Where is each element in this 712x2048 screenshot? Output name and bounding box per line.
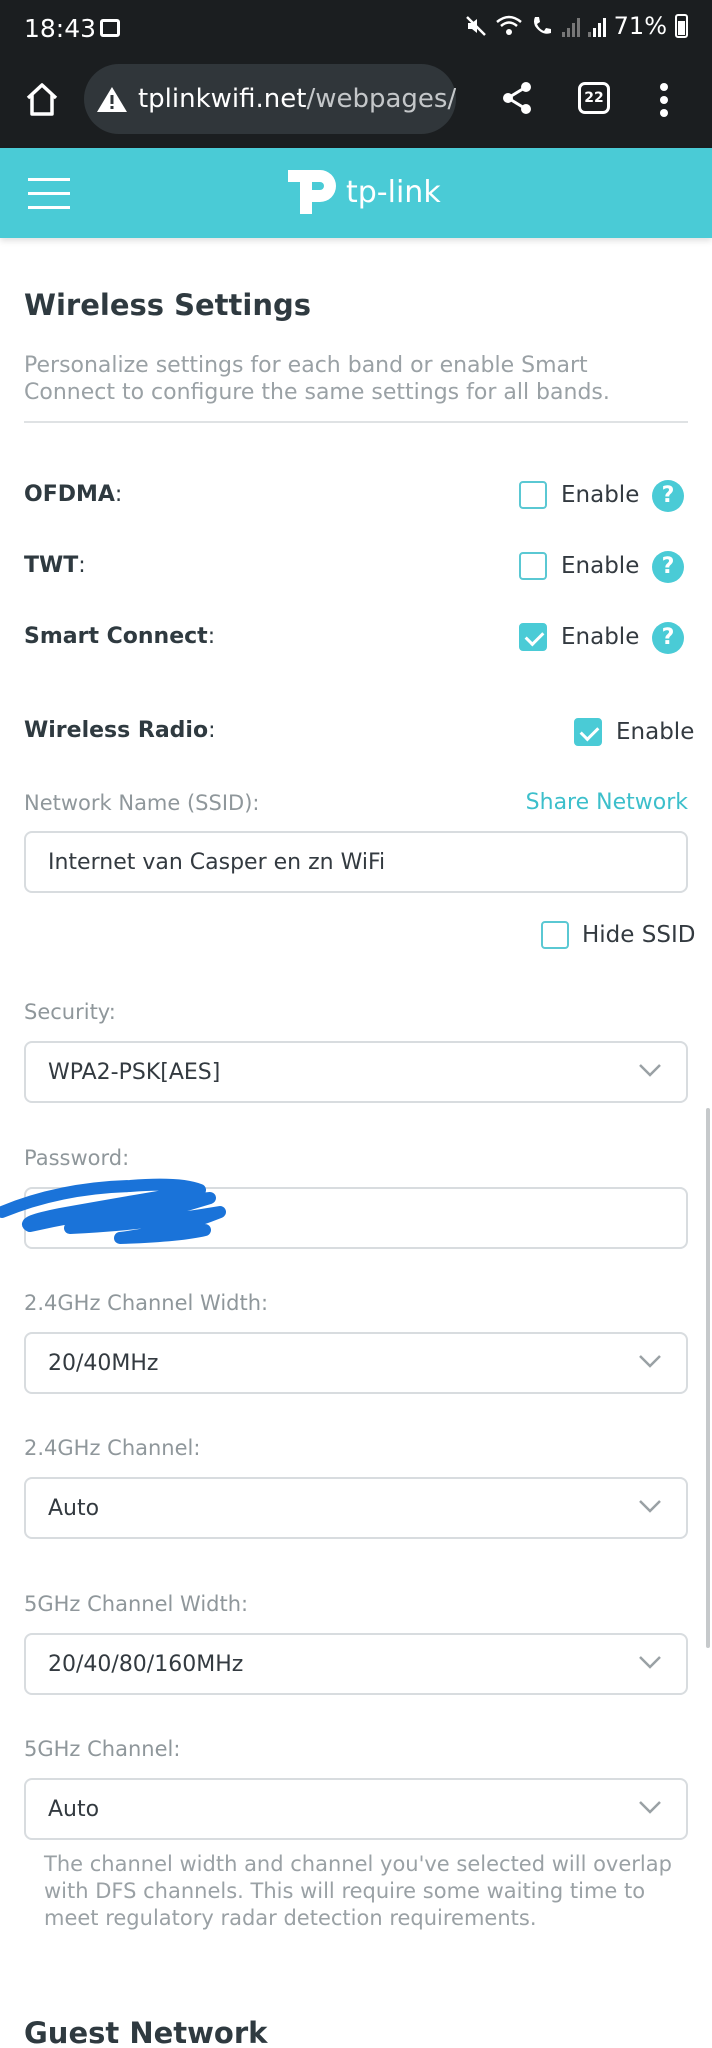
wifi-icon (495, 15, 522, 35)
channel-5-label: 5GHz Channel: (24, 1737, 181, 1761)
signal-icon (561, 15, 580, 37)
channel-5-value: Auto (48, 1796, 100, 1822)
wifi-call-icon (533, 17, 551, 34)
twt-checkbox[interactable] (519, 552, 547, 580)
address-bar[interactable]: tplinkwifi.net/webpages/ (84, 64, 456, 134)
smart-connect-label: Smart Connect: (24, 624, 216, 649)
url-text[interactable]: tplinkwifi.net/webpages/ (138, 84, 456, 114)
ofdma-checkbox[interactable] (519, 481, 547, 509)
dfs-warning-note: The channel width and channel you've sel… (44, 1852, 672, 1930)
battery-icon (675, 14, 688, 38)
channel-width-24-value: 20/40MHz (48, 1350, 159, 1376)
twt-enable-text: Enable (561, 553, 640, 579)
channel-24-select[interactable]: Auto (24, 1477, 688, 1539)
wireless-settings-description: Personalize settings for each band or en… (24, 353, 610, 405)
hide-ssid-checkbox[interactable] (541, 921, 569, 949)
chevron-down-icon (639, 1801, 661, 1814)
ofdma-enable-text: Enable (561, 482, 640, 508)
tp-link-logo-icon (288, 170, 336, 214)
ssid-value: Internet van Casper en zn WiFi (48, 849, 386, 875)
channel-24-value: Auto (48, 1495, 100, 1521)
hamburger-menu-icon[interactable] (28, 178, 70, 210)
home-icon[interactable] (22, 80, 62, 120)
url-path: /webpages/ (306, 84, 456, 114)
logo-text: tp-link (346, 174, 441, 210)
wireless-settings-title: Wireless Settings (24, 288, 312, 322)
site-header: tp-link (0, 148, 712, 238)
tp-link-logo: tp-link (286, 164, 441, 220)
browser-toolbar: tplinkwifi.net/webpages/ 22 (0, 58, 712, 148)
channel-width-5-select[interactable]: 20/40/80/160MHz (24, 1633, 688, 1695)
wireless-radio-checkbox[interactable] (574, 718, 602, 746)
chevron-down-icon (639, 1500, 661, 1513)
channel-5-select[interactable]: Auto (24, 1778, 688, 1840)
ssid-label: Network Name (SSID): (24, 791, 260, 815)
twt-label: TWT: (24, 553, 86, 578)
tab-count: 22 (584, 90, 604, 106)
battery-percent: 71% (613, 12, 667, 40)
ofdma-label: OFDMA: (24, 482, 123, 507)
ssid-input[interactable]: Internet van Casper en zn WiFi (24, 831, 688, 893)
chevron-down-icon (639, 1064, 661, 1077)
security-select[interactable]: WPA2-PSK[AES] (24, 1041, 688, 1103)
section-divider (24, 421, 688, 423)
hide-ssid-label: Hide SSID (582, 922, 696, 948)
share-network-link[interactable]: Share Network (526, 790, 688, 815)
status-icons: 71% (464, 12, 688, 40)
smart-connect-checkbox[interactable] (519, 623, 547, 651)
more-options-icon[interactable] (652, 80, 676, 120)
wireless-radio-label: Wireless Radio: (24, 718, 216, 743)
chevron-down-icon (639, 1355, 661, 1368)
gallery-notification-icon (100, 19, 120, 37)
channel-width-24-select[interactable]: 20/40MHz (24, 1332, 688, 1394)
guest-network-title: Guest Network (24, 2016, 268, 2048)
channel-width-5-value: 20/40/80/160MHz (48, 1651, 244, 1677)
smart-connect-enable-text: Enable (561, 624, 640, 650)
channel-width-5-label: 5GHz Channel Width: (24, 1592, 249, 1616)
tab-switcher-button[interactable]: 22 (578, 82, 610, 114)
security-value: WPA2-PSK[AES] (48, 1059, 221, 1085)
signal-icon-2 (587, 15, 606, 37)
channel-24-label: 2.4GHz Channel: (24, 1436, 201, 1460)
smart-connect-help-icon[interactable]: ? (652, 622, 684, 654)
security-label: Security: (24, 1000, 116, 1024)
warning-icon[interactable] (96, 85, 128, 113)
wireless-radio-enable-text: Enable (616, 719, 695, 745)
status-bar: 18:43 71% (0, 0, 712, 58)
password-label: Password: (24, 1146, 130, 1170)
url-domain: tplinkwifi.net (137, 84, 307, 114)
status-time: 18:43 (24, 14, 97, 43)
mute-icon (465, 16, 486, 36)
page-scrollbar[interactable] (706, 1108, 710, 1648)
chevron-down-icon (639, 1656, 661, 1669)
channel-width-24-label: 2.4GHz Channel Width: (24, 1291, 269, 1315)
twt-help-icon[interactable]: ? (652, 551, 684, 583)
redaction-scribble (0, 1178, 226, 1244)
ofdma-help-icon[interactable]: ? (652, 480, 684, 512)
share-icon[interactable] (500, 80, 534, 116)
